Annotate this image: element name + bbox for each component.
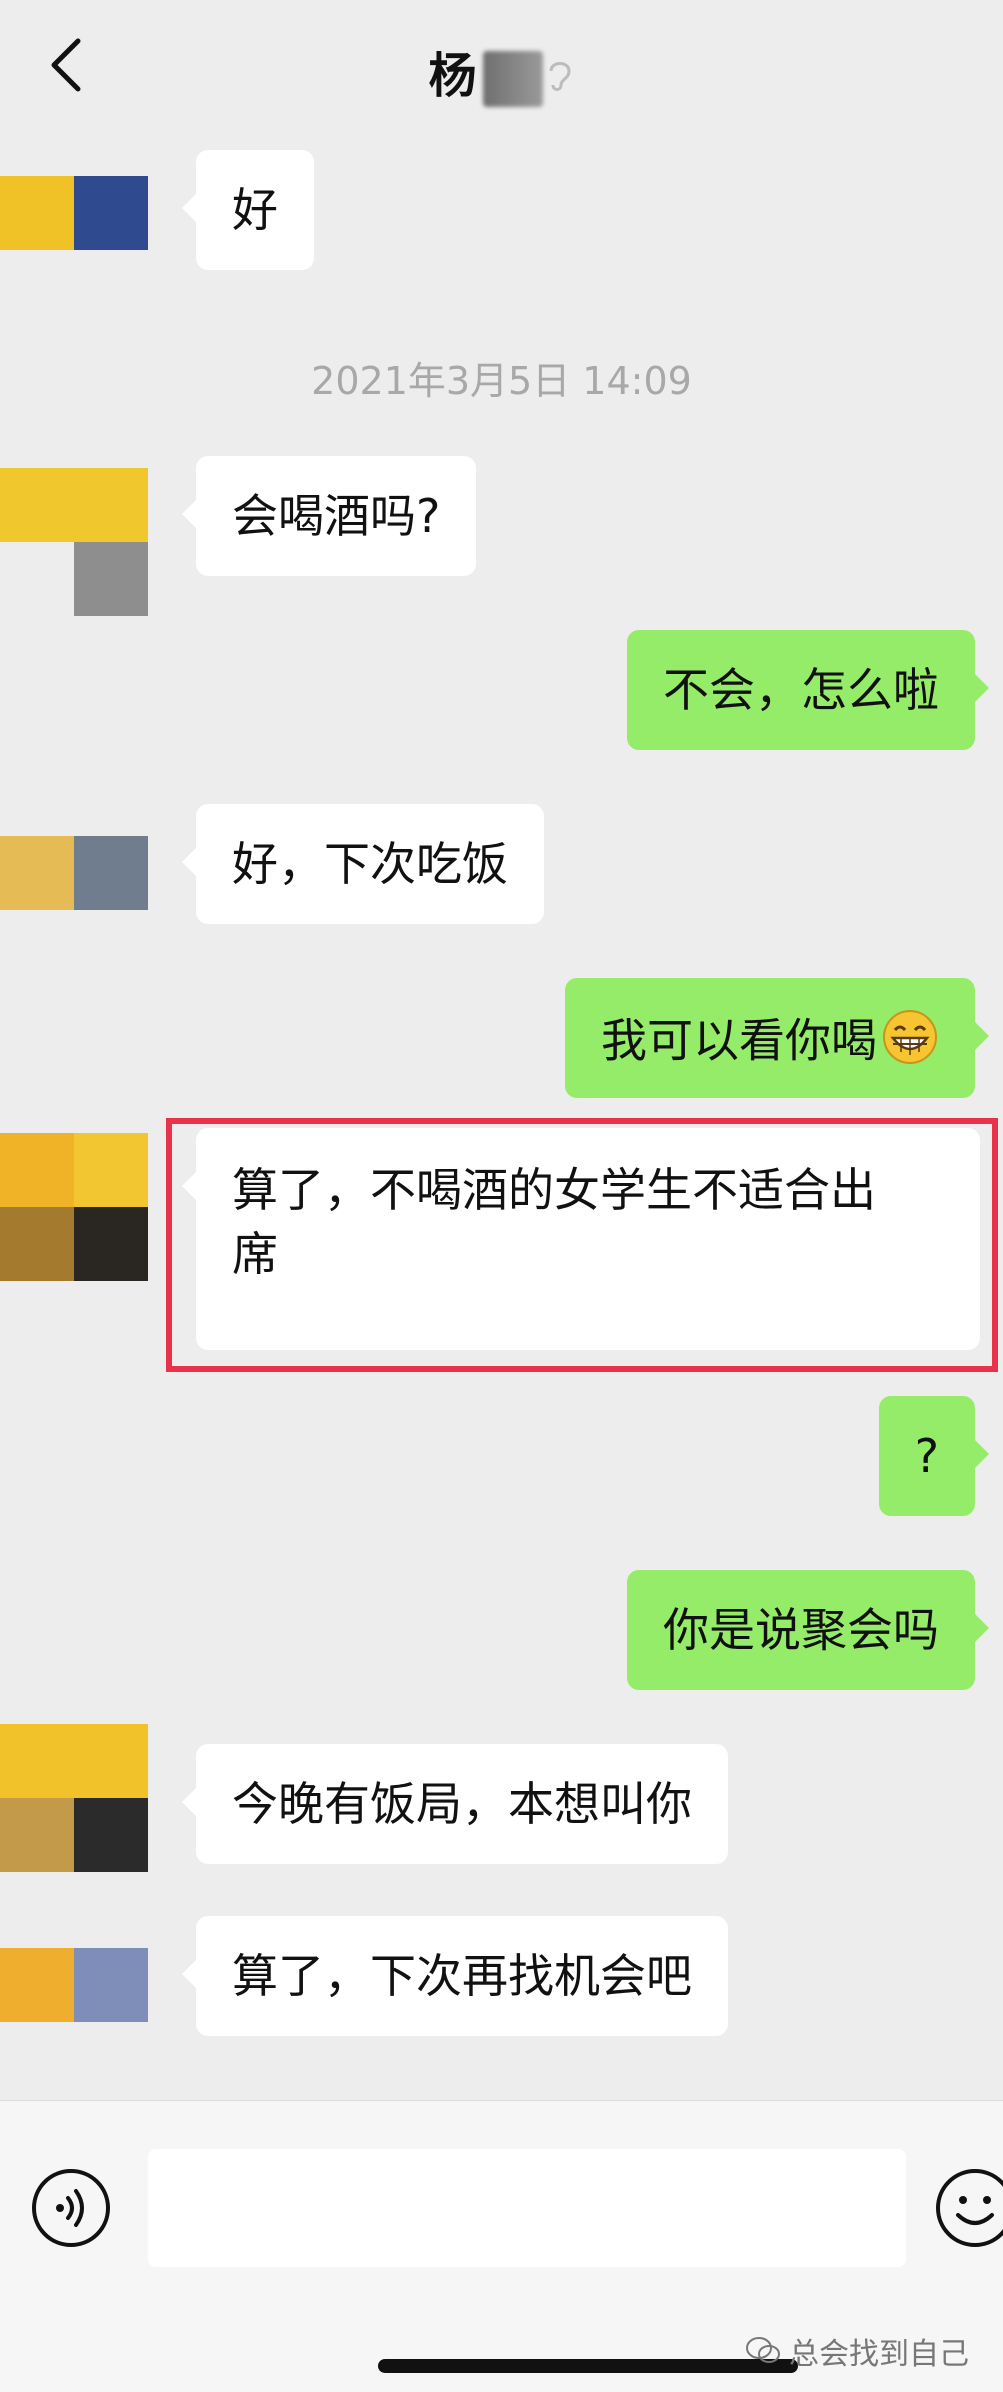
message-list[interactable]: 好 2021年3月5日 14:09 会喝酒吗? 不会，怎么啦 好，下次吃饭 我可… <box>0 130 1003 2100</box>
message-input[interactable] <box>148 2149 906 2267</box>
message-text: 你是说聚会吗 <box>663 1603 939 1657</box>
message-text: 今晚有饭局，本想叫你 <box>232 1777 692 1831</box>
watermark: 总会找到自己 <box>745 2329 969 2373</box>
message-bubble-outgoing[interactable]: 我可以看你喝 <box>565 978 989 1098</box>
message-text: 会喝酒吗? <box>232 489 441 543</box>
message-text-line2: 席 <box>232 1227 278 1281</box>
contact-name: 杨 <box>428 48 479 104</box>
avatar[interactable] <box>0 468 148 616</box>
voice-icon <box>32 2169 110 2247</box>
ear-icon <box>545 51 575 107</box>
message-bubble-incoming[interactable]: 会喝酒吗? <box>181 456 477 576</box>
chat-title[interactable]: 杨 <box>0 36 1003 107</box>
chat-header: 杨 <box>0 0 1003 130</box>
message-bubble-outgoing[interactable]: 你是说聚会吗 <box>627 1570 989 1690</box>
wechat-icon <box>746 2337 780 2363</box>
name-blur <box>482 51 543 107</box>
message-text: 我可以看你喝 <box>601 1013 877 1068</box>
message-text: 好 <box>232 183 278 237</box>
home-indicator[interactable] <box>378 2359 798 2373</box>
message-bubble-incoming[interactable]: 好，下次吃饭 <box>182 804 544 924</box>
input-bar: 总会找到自己 <box>0 2100 1003 2392</box>
watermark-text: 总会找到自己 <box>789 2337 969 2372</box>
message-text: ? <box>914 1429 939 1483</box>
message-bubble-incoming[interactable]: 好 <box>182 150 314 270</box>
timestamp: 2021年3月5日 14:09 <box>311 359 692 403</box>
message-bubble-incoming[interactable]: 今晚有饭局，本想叫你 <box>182 1744 728 1864</box>
avatar[interactable] <box>0 1133 148 1281</box>
avatar[interactable] <box>0 176 148 296</box>
emoji-button[interactable] <box>934 2167 1003 2249</box>
message-bubble-outgoing[interactable]: ? <box>878 1396 990 1516</box>
message-text: 算了，下次再找机会吧 <box>232 1949 692 2003</box>
message-bubble-outgoing[interactable]: 不会，怎么啦 <box>627 630 989 750</box>
emoji-icon <box>936 2169 1003 2247</box>
message-bubble-incoming[interactable]: 算了，下次再找机会吧 <box>182 1916 728 2036</box>
message-bubble-incoming[interactable]: 算了，不喝酒的女学生不适合出 席 <box>182 1128 980 1350</box>
message-text-line1: 算了，不喝酒的女学生不适合出 <box>232 1163 876 1217</box>
avatar[interactable] <box>0 1948 148 2022</box>
grin-emoji-icon <box>881 1008 939 1080</box>
voice-button[interactable] <box>30 2167 112 2249</box>
message-text: 好，下次吃饭 <box>232 837 508 891</box>
message-text: 不会，怎么啦 <box>663 663 939 717</box>
avatar[interactable] <box>0 836 148 910</box>
avatar[interactable] <box>0 1724 148 1872</box>
